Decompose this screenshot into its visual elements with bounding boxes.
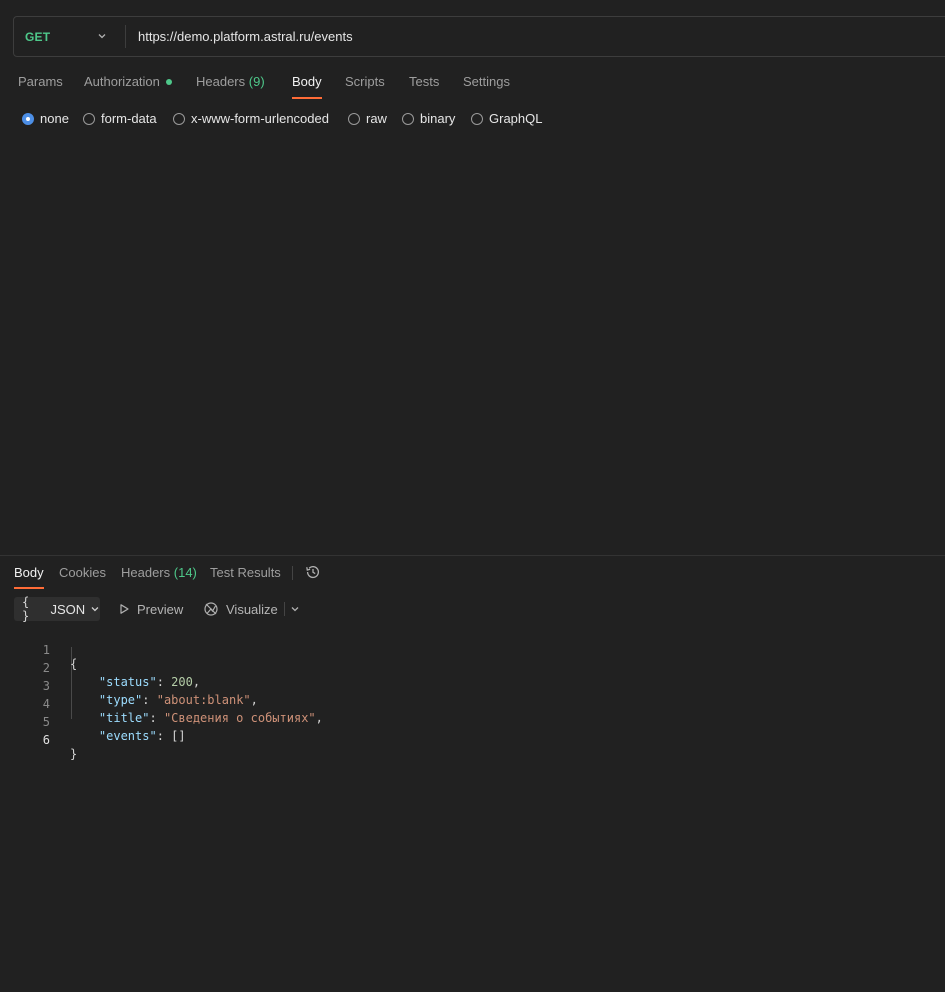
radio-icon (402, 112, 414, 125)
radio-graphql[interactable]: GraphQL (471, 111, 542, 126)
code-line: 4 "title": "Сведения о событиях", (42, 697, 323, 725)
response-tab-body[interactable]: Body (14, 565, 44, 589)
format-select[interactable]: { } JSON (14, 595, 100, 623)
code-line: 5 "events": [] (42, 715, 186, 743)
radio-binary[interactable]: binary (402, 111, 455, 126)
code-line: 6 } (42, 733, 78, 761)
visualize-icon (204, 602, 218, 616)
chevron-down-icon (91, 607, 99, 612)
radio-checked-icon (22, 112, 34, 125)
tab-scripts[interactable]: Scripts (345, 74, 385, 100)
method-label: GET (25, 29, 51, 44)
chevron-down-icon (98, 34, 106, 39)
headers-count: (9) (248, 74, 265, 89)
tab-body[interactable]: Body (292, 74, 322, 100)
radio-raw[interactable]: raw (348, 111, 387, 126)
tab-separator (292, 566, 293, 580)
chevron-down-icon[interactable] (290, 604, 300, 614)
visualize-button[interactable]: Visualize (203, 597, 278, 621)
play-icon (120, 604, 129, 614)
toolbar-separator (284, 602, 285, 616)
response-tab-test-results[interactable]: Test Results (210, 565, 281, 580)
response-tab-headers[interactable]: Headers (14) (121, 565, 197, 580)
response-tab-cookies[interactable]: Cookies (59, 565, 106, 580)
code-line: 2 "status": 200, (42, 661, 201, 689)
url-input[interactable]: https://demo.platform.astral.ru/events (138, 17, 928, 56)
method-select[interactable]: GET (14, 17, 125, 56)
radio-icon (471, 112, 483, 125)
radio-form-data[interactable]: form-data (83, 111, 157, 126)
braces-icon: { } (22, 595, 30, 623)
code-line: 1 { (42, 643, 78, 671)
response-headers-count: (14) (173, 565, 197, 580)
tab-params[interactable]: Params (18, 74, 63, 100)
radio-icon (173, 112, 185, 125)
code-line: 3 "type": "about:blank", (42, 679, 258, 707)
tab-authorization[interactable]: Authorization (84, 74, 172, 100)
tab-tests[interactable]: Tests (409, 74, 439, 100)
auth-status-dot (165, 79, 172, 85)
pane-divider[interactable] (0, 555, 945, 556)
preview-button[interactable]: Preview (118, 597, 183, 621)
url-bar: GET https://demo.platform.astral.ru/even… (13, 16, 945, 57)
radio-icon (348, 112, 360, 125)
tab-headers[interactable]: Headers (9) (196, 74, 265, 100)
radio-none[interactable]: none (22, 111, 69, 126)
radio-icon (83, 112, 95, 125)
radio-x-www-form-urlencoded[interactable]: x-www-form-urlencoded (173, 111, 329, 126)
history-icon[interactable] (305, 564, 321, 580)
url-divider (125, 25, 126, 48)
tab-settings[interactable]: Settings (463, 74, 510, 100)
